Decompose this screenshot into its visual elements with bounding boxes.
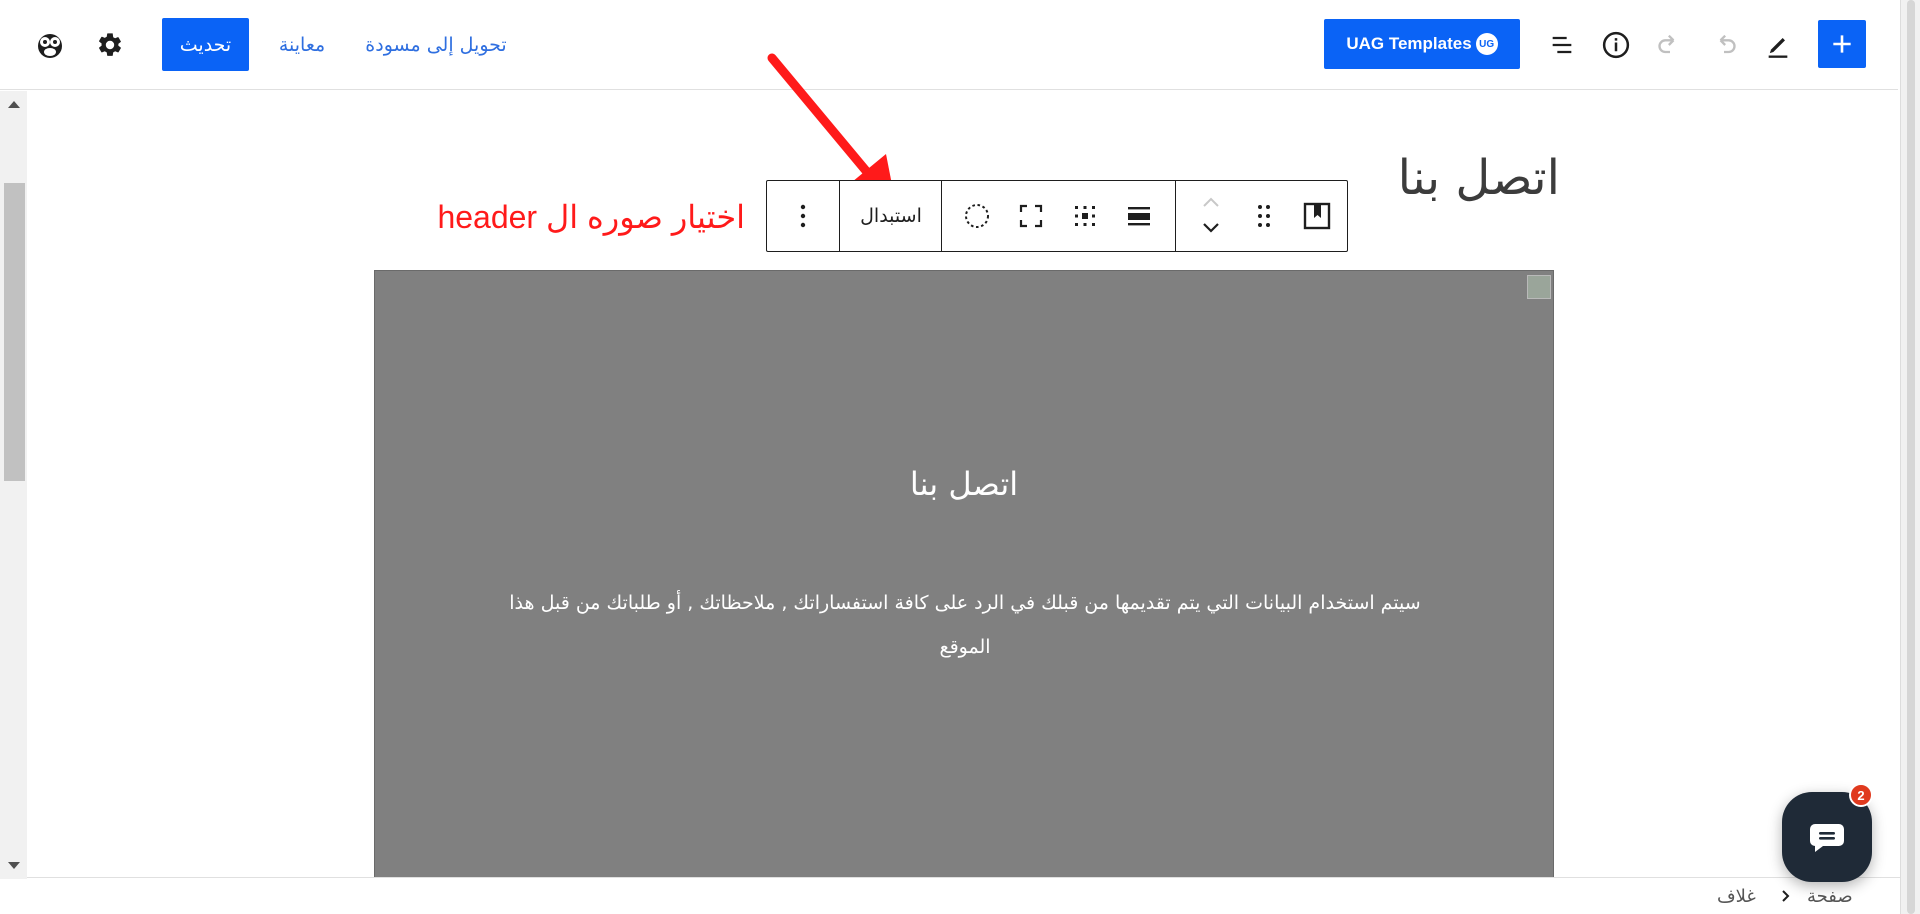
editor-root: تحديث معاينة تحويل إلى مسودة UAG Templat… [0,0,1920,914]
toolbar-divider [839,181,840,251]
chevron-left-icon [1779,888,1791,909]
breadcrumb-page[interactable]: صفحة [1807,886,1853,907]
uag-templates-button[interactable]: UAG Templates UG [1324,19,1520,69]
redo-icon[interactable] [1702,23,1746,67]
list-view-icon[interactable] [1540,23,1584,67]
scrollbar-thumb[interactable] [4,183,25,481]
switch-to-draft-link[interactable]: تحويل إلى مسودة [364,29,508,61]
cover-paragraph[interactable]: سيتم استخدام البيانات التي يتم تقديمها م… [505,581,1425,669]
move-up-down-icon[interactable] [1187,181,1235,251]
uag-badge-icon: UG [1475,33,1498,55]
cover-block[interactable]: اتصل بنا سيتم استخدام البيانات التي يتم … [374,270,1554,880]
window-scrollbar-thumb[interactable] [1907,0,1915,914]
content-position-icon[interactable] [1061,181,1109,251]
toolbar-divider [941,181,942,251]
page-title[interactable]: اتصل بنا [1380,150,1560,222]
breadcrumb-cover[interactable]: غلاف [1717,886,1756,907]
full-height-icon[interactable] [1007,181,1055,251]
editor-scrollbar[interactable] [0,91,27,879]
scroll-down-icon[interactable] [8,862,20,869]
tools-pencil-icon[interactable] [1756,23,1800,67]
uag-templates-label: UAG Templates [1346,34,1472,53]
toolbar-divider [1175,181,1176,251]
overlay-color-icon[interactable] [953,181,1001,251]
drag-handle-icon[interactable] [1243,181,1285,251]
chat-bubble-icon [1810,824,1844,852]
align-full-width-icon[interactable] [1115,181,1163,251]
details-info-icon[interactable] [1594,23,1638,67]
update-button[interactable]: تحديث [162,18,249,71]
plugin-logo-icon[interactable] [28,23,72,67]
annotation-text: اختيار صوره ال header [437,199,745,235]
settings-gear-icon[interactable] [88,23,132,67]
replace-button[interactable]: استبدال [841,181,941,251]
more-options-icon[interactable] [767,181,839,251]
cover-block-type-icon[interactable] [1293,181,1341,251]
window-scrollbar[interactable] [1900,0,1920,914]
block-breadcrumb: صفحة غلاف [27,877,1900,914]
preview-link[interactable]: معاينة [272,29,332,61]
top-toolbar: تحديث معاينة تحويل إلى مسودة UAG Templat… [0,0,1898,90]
chat-notification-badge: 2 [1849,783,1873,807]
undo-icon[interactable] [1648,23,1692,67]
add-block-button[interactable] [1818,20,1866,68]
plus-icon [1833,35,1851,53]
scroll-up-icon[interactable] [8,101,20,108]
block-toolbar: استبدال [766,180,1348,252]
cover-heading[interactable]: اتصل بنا [375,465,1553,503]
broken-image-icon [1527,275,1551,299]
